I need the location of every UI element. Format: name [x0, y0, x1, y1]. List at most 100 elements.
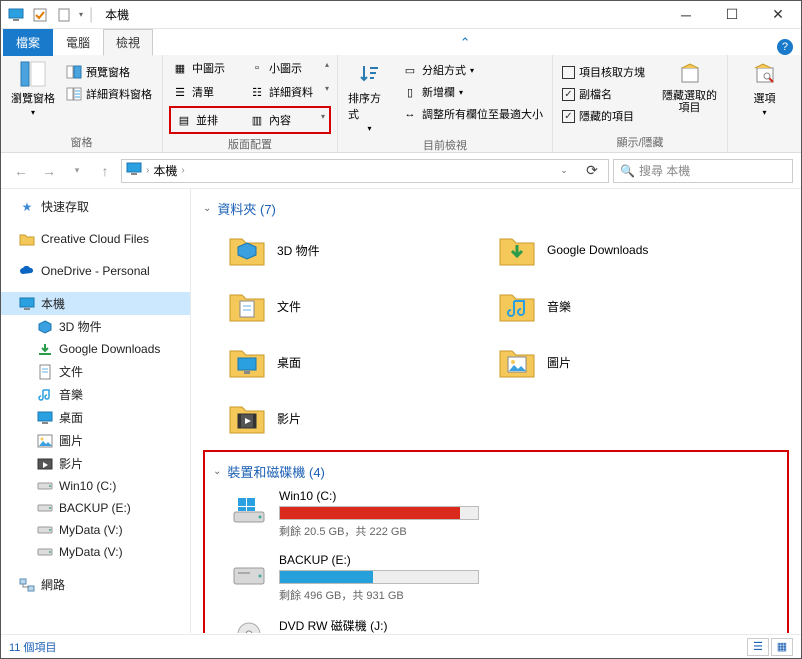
drive-item[interactable]: BACKUP (E:) 剩餘 496 GB，共 931 GB [225, 549, 505, 607]
folder-icon [497, 286, 537, 326]
layout-scroll-up[interactable]: ▴ [323, 58, 331, 78]
folder-item[interactable]: 3D 物件 [223, 222, 493, 278]
address-bar[interactable]: › 本機 › ⌄ ⟳ [121, 159, 609, 183]
ribbon-group-layout-label: 版面配置 [169, 134, 331, 152]
folder-icon [227, 398, 267, 438]
sidebar-quick-access[interactable]: ★ 快速存取 [1, 195, 190, 218]
navigation-sidebar[interactable]: ★ 快速存取 Creative Cloud Files OneDrive - P… [1, 189, 191, 633]
search-icon: 🔍 [620, 164, 635, 178]
maximize-button[interactable]: ☐ [709, 1, 755, 29]
fit-columns-button[interactable]: ↔調整所有欄位至最適大小 [399, 104, 546, 124]
sidebar-onedrive[interactable]: OneDrive - Personal [1, 260, 190, 282]
folder-item[interactable]: 桌面 [223, 334, 493, 390]
drive-icon [229, 489, 269, 529]
preview-pane-button[interactable]: 預覽窗格 [63, 62, 155, 82]
sidebar-item[interactable]: 文件 [1, 360, 190, 383]
nav-recent-button[interactable]: ▾ [65, 159, 89, 183]
sidebar-network[interactable]: 網路 [1, 573, 190, 596]
cloud-icon [19, 263, 35, 279]
view-large-toggle[interactable]: ▦ [771, 638, 793, 656]
crumb-sep-icon[interactable]: › [181, 165, 184, 176]
content-area[interactable]: ⌄ 資料夾 (7) 3D 物件Google Downloads文件音樂桌面圖片影… [191, 189, 801, 633]
nav-forward-button[interactable]: → [37, 159, 61, 183]
help-icon[interactable]: ? [777, 39, 793, 55]
pc-icon [19, 296, 35, 312]
checkbox-checked-icon: ✓ [562, 110, 575, 123]
layout-more[interactable]: ▾ [319, 110, 327, 130]
layout-list[interactable]: ☰清單 [169, 82, 244, 102]
sidebar-this-pc[interactable]: 本機 [1, 292, 190, 315]
drive-icon: DVD [229, 617, 269, 633]
folder-icon [497, 230, 537, 270]
sidebar-item[interactable]: 圖片 [1, 429, 190, 452]
add-column-button[interactable]: ▯新增欄 ▾ [399, 82, 546, 102]
sidebar-item[interactable]: MyData (V:) [1, 519, 190, 541]
folder-icon [497, 342, 537, 382]
chevron-down-icon: ⌄ [203, 203, 211, 214]
nav-up-button[interactable]: ↑ [93, 159, 117, 183]
layout-small-icons[interactable]: ▫小圖示 [246, 58, 321, 78]
sidebar-item[interactable]: BACKUP (E:) [1, 497, 190, 519]
sidebar-item[interactable]: 音樂 [1, 383, 190, 406]
search-input[interactable]: 🔍 搜尋 本機 [613, 159, 793, 183]
drive-item[interactable]: Win10 (C:) 剩餘 20.5 GB，共 222 GB [225, 485, 505, 543]
view-details-toggle[interactable]: ☰ [747, 638, 769, 656]
folder-item[interactable]: 影片 [223, 390, 493, 446]
layout-scroll-down[interactable]: ▾ [323, 82, 331, 102]
qat-checkbox-icon[interactable] [31, 6, 49, 24]
group-by-button[interactable]: ▭分組方式 ▾ [399, 60, 546, 80]
item-icon [37, 319, 53, 335]
layout-details[interactable]: ☷詳細資料 [246, 82, 321, 102]
drive-item[interactable]: DVD DVD RW 磁碟機 (J:) [225, 613, 505, 633]
item-icon [37, 544, 53, 560]
folder-icon [227, 286, 267, 326]
group-header-drives[interactable]: ⌄ 裝置和磁碟機 (4) [209, 458, 783, 485]
sidebar-item[interactable]: 影片 [1, 452, 190, 475]
details-pane-button[interactable]: 詳細資料窗格 [63, 84, 155, 104]
hidden-items-toggle[interactable]: ✓隱藏的項目 [559, 106, 648, 126]
sidebar-item[interactable]: 桌面 [1, 406, 190, 429]
folder-icon [19, 231, 35, 247]
chevron-down-icon: ⌄ [213, 466, 221, 477]
sidebar-creative-cloud[interactable]: Creative Cloud Files [1, 228, 190, 250]
crumb-sep-icon[interactable]: › [146, 165, 149, 176]
file-extensions-toggle[interactable]: ✓副檔名 [559, 84, 648, 104]
navigation-pane-button[interactable]: 瀏覽窗格 ▾ [7, 58, 59, 119]
item-icon [37, 341, 53, 357]
tab-file[interactable]: 檔案 [3, 29, 53, 56]
drive-name: Win10 (C:) [279, 489, 501, 503]
ribbon-collapse-icon[interactable]: ⌃ [450, 31, 481, 55]
sidebar-item[interactable]: 3D 物件 [1, 315, 190, 338]
folder-item[interactable]: 圖片 [493, 334, 763, 390]
item-icon [37, 410, 53, 426]
folder-item[interactable]: 音樂 [493, 278, 763, 334]
layout-tiles[interactable]: ▤並排 [173, 110, 244, 130]
layout-medium-icons[interactable]: ▦中圖示 [169, 58, 244, 78]
close-button[interactable]: ✕ [755, 1, 801, 29]
minimize-button[interactable]: ─ [663, 1, 709, 29]
sort-by-button[interactable]: 排序方式 ▾ [344, 58, 395, 135]
folder-icon [227, 230, 267, 270]
item-checkboxes-toggle[interactable]: 項目核取方塊 [559, 62, 648, 82]
hide-selected-button[interactable]: 隱藏選取的項目 [658, 58, 721, 116]
group-header-folders[interactable]: ⌄ 資料夾 (7) [203, 195, 789, 222]
checkbox-icon [562, 66, 575, 79]
tab-view[interactable]: 檢視 [103, 29, 153, 56]
layout-content[interactable]: ▥內容 [246, 110, 317, 130]
sidebar-item[interactable]: MyData (V:) [1, 541, 190, 563]
tab-computer[interactable]: 電腦 [53, 29, 103, 56]
options-button[interactable]: 選項 ▾ [747, 58, 783, 119]
folder-item[interactable]: 文件 [223, 278, 493, 334]
item-icon [37, 364, 53, 380]
item-icon [37, 500, 53, 516]
qat-properties-icon[interactable] [55, 6, 73, 24]
addr-dropdown-icon[interactable]: ⌄ [552, 159, 576, 183]
sidebar-item[interactable]: Win10 (C:) [1, 475, 190, 497]
ribbon-group-showhide-label: 顯示/隱藏 [559, 132, 721, 150]
breadcrumb-root[interactable]: 本機 [153, 162, 177, 179]
refresh-icon[interactable]: ⟳ [580, 159, 604, 183]
sidebar-item[interactable]: Google Downloads [1, 338, 190, 360]
qat-dropdown-icon[interactable]: ▾ [79, 10, 83, 19]
folder-item[interactable]: Google Downloads [493, 222, 763, 278]
nav-back-button[interactable]: ← [9, 159, 33, 183]
